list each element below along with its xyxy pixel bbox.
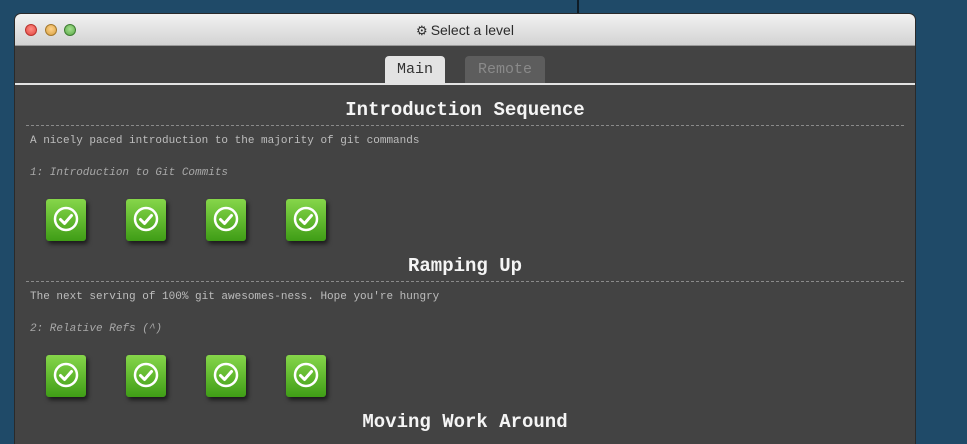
title-bar: ⚙ Select a level	[15, 14, 915, 46]
level-button[interactable]	[126, 199, 166, 241]
level-about-text: 2: Relative Refs (^)	[30, 323, 163, 335]
level-button[interactable]	[286, 199, 326, 241]
gear-icon: ⚙	[416, 23, 428, 38]
level-button[interactable]	[126, 355, 166, 397]
tab-remote[interactable]: Remote	[465, 56, 545, 83]
sequence-title: Ramping Up	[407, 255, 523, 277]
level-select-window: ⚙ Select a level Main Remote Introduction…	[15, 14, 915, 444]
level-button[interactable]	[46, 199, 86, 241]
check-circle-icon	[293, 206, 319, 232]
sequence-description: A nicely paced introduction to the major…	[30, 135, 420, 147]
tab-bar: Main Remote	[15, 46, 915, 85]
sequence-divider	[26, 281, 904, 282]
sequence-description: The next serving of 100% git awesomes-ne…	[30, 291, 440, 303]
window-title-text: Select a level	[430, 22, 514, 38]
window-title: ⚙ Select a level	[15, 22, 915, 39]
level-button[interactable]	[206, 199, 246, 241]
sequence-title: Introduction Sequence	[345, 99, 585, 121]
level-button[interactable]	[206, 355, 246, 397]
check-circle-icon	[133, 206, 159, 232]
level-about-text: 1: Introduction to Git Commits	[30, 167, 229, 179]
tab-main[interactable]: Main	[385, 56, 445, 83]
level-button[interactable]	[46, 355, 86, 397]
check-circle-icon	[213, 206, 239, 232]
sequence-title: Moving Work Around	[362, 411, 568, 433]
check-circle-icon	[53, 206, 79, 232]
check-circle-icon	[133, 362, 159, 388]
level-button[interactable]	[286, 355, 326, 397]
sequence-divider	[26, 125, 904, 126]
check-circle-icon	[293, 362, 319, 388]
check-circle-icon	[53, 362, 79, 388]
desktop-divider	[577, 0, 579, 15]
check-circle-icon	[213, 362, 239, 388]
